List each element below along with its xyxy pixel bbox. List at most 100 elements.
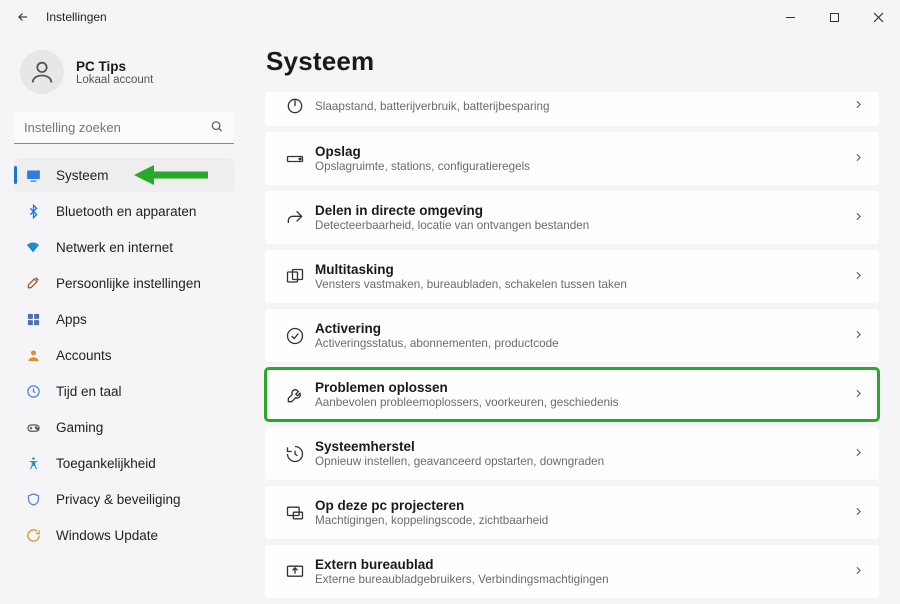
clock-icon — [24, 384, 42, 399]
shield-icon — [24, 492, 42, 507]
card-body: Opslag Opslagruimte, stations, configura… — [315, 144, 852, 173]
share-icon — [275, 208, 315, 228]
profile-name: PC Tips — [76, 59, 153, 74]
chevron-right-icon — [852, 210, 865, 226]
card-title: Activering — [315, 321, 852, 336]
card-projecting[interactable]: Op deze pc projecteren Machtigingen, kop… — [264, 485, 880, 540]
sidebar-item-label: Windows Update — [56, 528, 158, 543]
card-subtitle: Machtigingen, koppelingscode, zichtbaarh… — [315, 514, 852, 527]
sidebar-item-apps[interactable]: Apps — [14, 302, 234, 336]
card-multitasking[interactable]: Multitasking Vensters vastmaken, bureaub… — [264, 249, 880, 304]
sidebar-item-label: Netwerk en internet — [56, 240, 173, 255]
main-panel: Systeem Slaapstand, batterijverbruik, ba… — [242, 34, 894, 604]
chevron-right-icon — [852, 269, 865, 285]
page-title: Systeem — [266, 46, 884, 77]
card-body: Problemen oplossen Aanbevolen probleemop… — [315, 380, 852, 409]
sidebar-item-bluetooth[interactable]: Bluetooth en apparaten — [14, 194, 234, 228]
sidebar-item-label: Bluetooth en apparaten — [56, 204, 196, 219]
maximize-icon — [829, 12, 840, 23]
card-title: Op deze pc projecteren — [315, 498, 852, 513]
settings-list[interactable]: Slaapstand, batterijverbruik, batterijbe… — [264, 91, 884, 604]
close-icon — [873, 12, 884, 23]
card-troubleshoot[interactable]: Problemen oplossen Aanbevolen probleemop… — [264, 367, 880, 422]
card-title: Systeemherstel — [315, 439, 852, 454]
sidebar-item-label: Privacy & beveiliging — [56, 492, 181, 507]
card-subtitle: Activeringsstatus, abonnementen, product… — [315, 337, 852, 350]
search-icon — [210, 120, 224, 137]
card-subtitle: Externe bureaubladgebruikers, Verbinding… — [315, 573, 852, 586]
brush-icon — [24, 275, 42, 291]
card-nearby-sharing[interactable]: Delen in directe omgeving Detecteerbaarh… — [264, 190, 880, 245]
power-icon — [275, 96, 315, 116]
person-icon — [28, 58, 56, 86]
card-subtitle: Opslagruimte, stations, configuratierege… — [315, 160, 852, 173]
wrench-icon — [275, 385, 315, 405]
titlebar: Instellingen — [0, 0, 900, 34]
sidebar-item-accessibility[interactable]: Toegankelijkheid — [14, 446, 234, 480]
remote-icon — [275, 562, 315, 582]
chevron-right-icon — [852, 446, 865, 462]
minimize-icon — [785, 12, 796, 23]
sidebar-item-label: Persoonlijke instellingen — [56, 276, 201, 291]
wifi-icon — [24, 239, 42, 255]
sidebar-item-personalization[interactable]: Persoonlijke instellingen — [14, 266, 234, 300]
card-body: Extern bureaublad Externe bureaubladgebr… — [315, 557, 852, 586]
bluetooth-icon — [24, 204, 42, 219]
sidebar-item-accounts[interactable]: Accounts — [14, 338, 234, 372]
apps-icon — [24, 312, 42, 327]
minimize-button[interactable] — [768, 0, 812, 34]
sidebar-item-network[interactable]: Netwerk en internet — [14, 230, 234, 264]
check-circle-icon — [275, 326, 315, 346]
card-subtitle: Slaapstand, batterijverbruik, batterijbe… — [315, 100, 852, 113]
card-title: Extern bureaublad — [315, 557, 852, 572]
content: PC Tips Lokaal account Systeem Bluetooth… — [0, 34, 900, 604]
card-body: Multitasking Vensters vastmaken, bureaub… — [315, 262, 852, 291]
sidebar-item-windows-update[interactable]: Windows Update — [14, 518, 234, 552]
window-controls — [768, 0, 900, 34]
card-title: Delen in directe omgeving — [315, 203, 852, 218]
sidebar-item-time-language[interactable]: Tijd en taal — [14, 374, 234, 408]
card-title: Problemen oplossen — [315, 380, 852, 395]
card-recovery[interactable]: Systeemherstel Opnieuw instellen, geavan… — [264, 426, 880, 481]
sidebar-item-gaming[interactable]: Gaming — [14, 410, 234, 444]
project-icon — [275, 503, 315, 523]
update-icon — [24, 528, 42, 543]
profile-text: PC Tips Lokaal account — [76, 59, 153, 86]
maximize-button[interactable] — [812, 0, 856, 34]
card-title: Opslag — [315, 144, 852, 159]
chevron-right-icon — [852, 98, 865, 114]
sidebar-item-label: Tijd en taal — [56, 384, 122, 399]
display-icon — [24, 167, 42, 184]
multitask-icon — [275, 267, 315, 287]
avatar — [20, 50, 64, 94]
chevron-right-icon — [852, 151, 865, 167]
card-body: Systeemherstel Opnieuw instellen, geavan… — [315, 439, 852, 468]
back-button[interactable] — [8, 2, 38, 32]
chevron-right-icon — [852, 505, 865, 521]
sidebar-item-label: Systeem — [56, 168, 109, 183]
profile-subtitle: Lokaal account — [76, 74, 153, 86]
accessibility-icon — [24, 456, 42, 471]
account-icon — [24, 348, 42, 363]
profile-block[interactable]: PC Tips Lokaal account — [14, 44, 234, 108]
card-remote-desktop[interactable]: Extern bureaublad Externe bureaubladgebr… — [264, 544, 880, 599]
search-input[interactable] — [14, 112, 234, 144]
card-subtitle: Vensters vastmaken, bureaubladen, schake… — [315, 278, 852, 291]
sidebar-item-label: Toegankelijkheid — [56, 456, 156, 471]
chevron-right-icon — [852, 328, 865, 344]
gaming-icon — [24, 420, 42, 435]
close-button[interactable] — [856, 0, 900, 34]
card-activation[interactable]: Activering Activeringsstatus, abonnement… — [264, 308, 880, 363]
chevron-right-icon — [852, 564, 865, 580]
card-body: Op deze pc projecteren Machtigingen, kop… — [315, 498, 852, 527]
card-subtitle: Opnieuw instellen, geavanceerd opstarten… — [315, 455, 852, 468]
card-storage[interactable]: Opslag Opslagruimte, stations, configura… — [264, 131, 880, 186]
sidebar-item-systeem[interactable]: Systeem — [14, 158, 234, 192]
card-power[interactable]: Slaapstand, batterijverbruik, batterijbe… — [264, 91, 880, 127]
card-title: Multitasking — [315, 262, 852, 277]
search-wrap — [14, 112, 234, 144]
sidebar-item-privacy[interactable]: Privacy & beveiliging — [14, 482, 234, 516]
recovery-icon — [275, 444, 315, 464]
arrow-left-icon — [16, 10, 30, 24]
card-body: Slaapstand, batterijverbruik, batterijbe… — [315, 99, 852, 113]
